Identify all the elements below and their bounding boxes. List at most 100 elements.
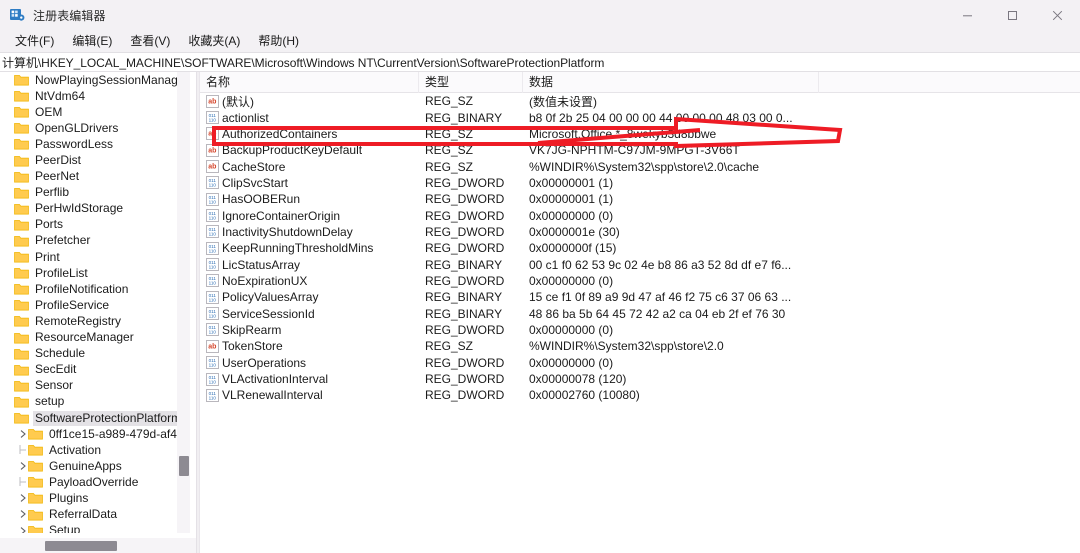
svg-text:110: 110: [209, 396, 217, 401]
binary-value-icon: 011110: [206, 356, 219, 369]
table-row[interactable]: abCacheStoreREG_SZ%WINDIR%\System32\spp\…: [200, 158, 1080, 174]
value-name: SkipRearm: [222, 323, 281, 337]
table-row[interactable]: 011110NoExpirationUXREG_DWORD0x00000000 …: [200, 273, 1080, 289]
registry-values-pane: 名称 类型 数据 ab(默认)REG_SZ(数值未设置)011110action…: [200, 72, 1080, 553]
table-row[interactable]: 011110InactivityShutdownDelayREG_DWORD0x…: [200, 224, 1080, 240]
table-row[interactable]: 011110PolicyValuesArrayREG_BINARY15 ce f…: [200, 289, 1080, 305]
chevron-right-icon[interactable]: [17, 490, 28, 506]
menu-favorites[interactable]: 收藏夹(A): [179, 30, 249, 52]
value-name-cell: 011110LicStatusArray: [200, 258, 419, 272]
tree-horizontal-scroll-thumb[interactable]: [45, 541, 117, 551]
column-header-data[interactable]: 数据: [523, 72, 819, 93]
tree-item[interactable]: RemoteRegistry: [0, 313, 182, 329]
folder-icon: [14, 299, 29, 311]
table-row[interactable]: 011110ServiceSessionIdREG_BINARY48 86 ba…: [200, 305, 1080, 321]
tree-item[interactable]: SecEdit: [0, 362, 182, 378]
table-row[interactable]: 011110ClipSvcStartREG_DWORD0x00000001 (1…: [200, 175, 1080, 191]
tree-item[interactable]: OpenGLDrivers: [0, 120, 182, 136]
tree-item[interactable]: ResourceManager: [0, 330, 182, 346]
tree-item[interactable]: ProfileService: [0, 297, 182, 313]
table-row[interactable]: 011110actionlistREG_BINARYb8 0f 2b 25 04…: [200, 109, 1080, 125]
tree-item-label: NtVdm64: [33, 89, 87, 104]
tree-item[interactable]: Setup: [0, 523, 182, 533]
string-value-icon: ab: [206, 160, 219, 173]
tree-item[interactable]: PayloadOverride: [0, 474, 182, 490]
column-header-type[interactable]: 类型: [419, 72, 523, 93]
table-row[interactable]: abTokenStoreREG_SZ%WINDIR%\System32\spp\…: [200, 338, 1080, 354]
table-row[interactable]: abBackupProductKeyDefaultREG_SZVK7JG-NPH…: [200, 142, 1080, 158]
table-row[interactable]: 011110VLActivationIntervalREG_DWORD0x000…: [200, 371, 1080, 387]
address-bar[interactable]: 计算机\HKEY_LOCAL_MACHINE\SOFTWARE\Microsof…: [0, 52, 1080, 72]
tree-item[interactable]: PerHwIdStorage: [0, 201, 182, 217]
table-row[interactable]: 011110UserOperationsREG_DWORD0x00000000 …: [200, 355, 1080, 371]
column-header-name[interactable]: 名称: [200, 72, 419, 93]
menu-edit[interactable]: 编辑(E): [63, 30, 121, 52]
tree-item[interactable]: ProfileNotification: [0, 281, 182, 297]
tree-item[interactable]: ProfileList: [0, 265, 182, 281]
menu-file[interactable]: 文件(F): [6, 30, 63, 52]
tree-item[interactable]: Plugins: [0, 490, 182, 506]
svg-text:110: 110: [209, 379, 217, 384]
tree-horizontal-scrollbar[interactable]: [0, 538, 196, 553]
tree-item-label: PasswordLess: [33, 137, 115, 152]
tree-item[interactable]: ReferralData: [0, 507, 182, 523]
chevron-right-icon[interactable]: [17, 507, 28, 523]
tree-item[interactable]: Perflib: [0, 185, 182, 201]
value-data: %WINDIR%\System32\spp\store\2.0: [523, 339, 1080, 353]
chevron-right-icon[interactable]: [17, 523, 28, 533]
table-row[interactable]: 011110SkipRearmREG_DWORD0x00000000 (0): [200, 322, 1080, 338]
value-type: REG_SZ: [419, 127, 523, 141]
value-name: KeepRunningThresholdMins: [222, 241, 373, 255]
menu-help[interactable]: 帮助(H): [249, 30, 308, 52]
value-name-cell: 011110HasOOBERun: [200, 192, 419, 206]
table-row[interactable]: ab(默认)REG_SZ(数值未设置): [200, 93, 1080, 109]
value-data: 15 ce f1 0f 89 a9 9d 47 af 46 f2 75 c6 3…: [523, 290, 1080, 304]
tree-item[interactable]: PasswordLess: [0, 136, 182, 152]
tree-item[interactable]: setup: [0, 394, 182, 410]
table-row[interactable]: 011110HasOOBERunREG_DWORD0x00000001 (1): [200, 191, 1080, 207]
title-bar: 注册表编辑器: [0, 0, 1080, 30]
tree-item[interactable]: GenuineApps: [0, 458, 182, 474]
chevron-right-icon[interactable]: [17, 458, 28, 474]
svg-text:ab: ab: [208, 164, 216, 171]
tree-item[interactable]: Ports: [0, 217, 182, 233]
table-row[interactable]: 011110KeepRunningThresholdMinsREG_DWORD0…: [200, 240, 1080, 256]
binary-value-icon: 011110: [206, 258, 219, 271]
svg-text:110: 110: [209, 232, 217, 237]
registry-tree: NowPlayingSessionManagerNtVdm64OEMOpenGL…: [0, 72, 182, 533]
tree-item[interactable]: Sensor: [0, 378, 182, 394]
value-name-cell: abTokenStore: [200, 339, 419, 353]
tree-item[interactable]: 0ff1ce15-a989-479d-af46-f2: [0, 426, 182, 442]
tree-item[interactable]: NtVdm64: [0, 88, 182, 104]
table-row[interactable]: 011110VLRenewalIntervalREG_DWORD0x000027…: [200, 387, 1080, 403]
tree-item[interactable]: NowPlayingSessionManager: [0, 72, 182, 88]
value-data: Microsoft.Office.*_8wekyb3d8bbwe: [523, 127, 1080, 141]
tree-item[interactable]: Print: [0, 249, 182, 265]
binary-value-icon: 011110: [206, 225, 219, 238]
table-row[interactable]: abAuthorizedContainersREG_SZMicrosoft.Of…: [200, 126, 1080, 142]
tree-vertical-scrollbar[interactable]: [177, 72, 190, 533]
value-name: UserOperations: [222, 356, 306, 370]
tree-item[interactable]: Prefetcher: [0, 233, 182, 249]
table-row[interactable]: 011110IgnoreContainerOriginREG_DWORD0x00…: [200, 207, 1080, 223]
tree-item[interactable]: SoftwareProtectionPlatform: [0, 410, 182, 426]
maximize-button[interactable]: [990, 0, 1035, 30]
tree-vertical-scroll-thumb[interactable]: [179, 456, 189, 476]
value-type: REG_DWORD: [419, 356, 523, 370]
tree-item[interactable]: PeerDist: [0, 152, 182, 168]
tree-item[interactable]: Schedule: [0, 346, 182, 362]
minimize-button[interactable]: [945, 0, 990, 30]
value-name: (默认): [222, 93, 254, 110]
table-row[interactable]: 011110LicStatusArrayREG_BINARY00 c1 f0 6…: [200, 256, 1080, 272]
tree-item[interactable]: PeerNet: [0, 169, 182, 185]
close-button[interactable]: [1035, 0, 1080, 30]
value-type: REG_SZ: [419, 94, 523, 108]
registry-values-list: ab(默认)REG_SZ(数值未设置)011110actionlistREG_B…: [200, 93, 1080, 404]
tree-item[interactable]: Activation: [0, 442, 182, 458]
value-name-cell: 011110InactivityShutdownDelay: [200, 225, 419, 239]
chevron-right-icon[interactable]: [17, 426, 28, 442]
folder-icon: [28, 492, 43, 504]
menu-view[interactable]: 查看(V): [121, 30, 179, 52]
value-name-cell: abCacheStore: [200, 160, 419, 174]
tree-item[interactable]: OEM: [0, 104, 182, 120]
